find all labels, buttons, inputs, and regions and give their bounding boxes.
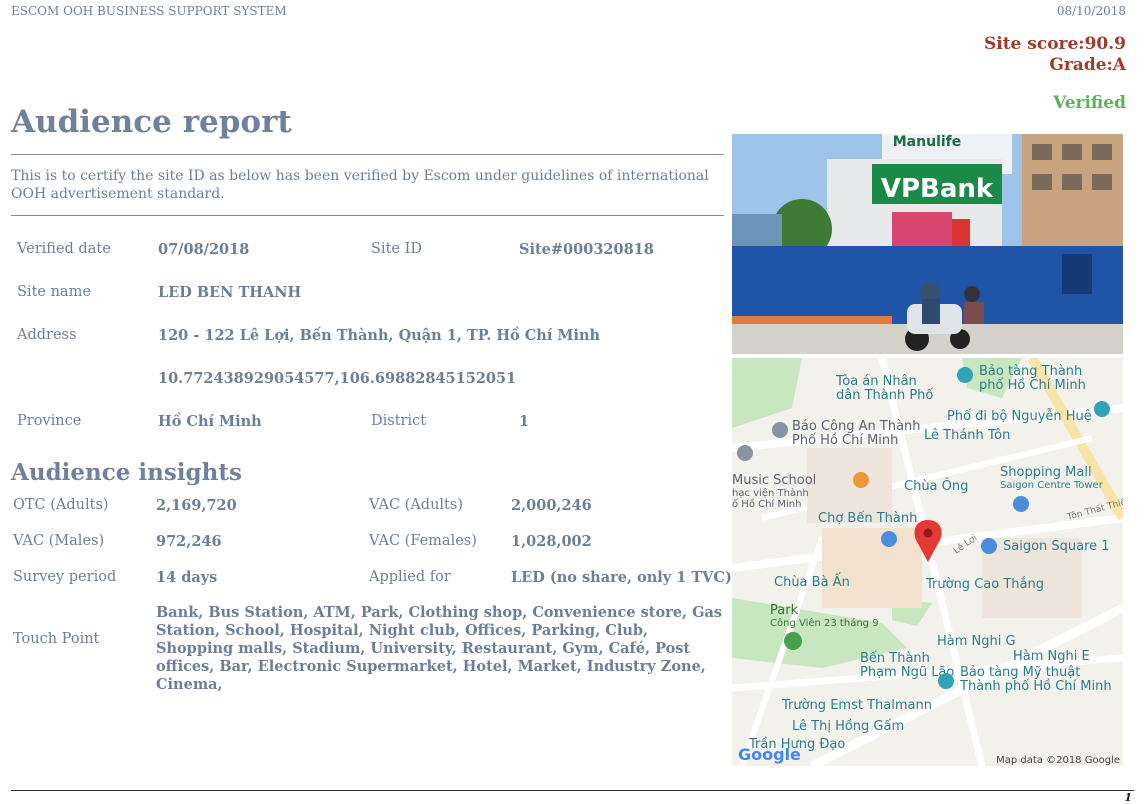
site-name-label: Site name (17, 284, 91, 300)
otc-adults-label: OTC (Adults) (13, 497, 109, 513)
applied-for-value: LED (no share, only 1 TVC) (511, 569, 732, 586)
map-label: Thành phố Hồ Chí Minh (959, 679, 1112, 694)
map-label: Công Viên 23 tháng 9 (770, 617, 879, 629)
site-id-label: Site ID (371, 241, 422, 257)
vac-females-label: VAC (Females) (369, 533, 477, 549)
map-label: Bảo tàng Thành (979, 364, 1082, 379)
page-number: 1 (1124, 791, 1132, 804)
google-logo: Google (738, 745, 801, 764)
coordinates-value: 10.772438929054577,106.69882845152051 (158, 370, 517, 387)
map-label: Tòa án Nhân (835, 374, 917, 389)
map-label: Hàm Nghi G (937, 634, 1016, 649)
verified-date-label: Verified date (17, 241, 111, 257)
map-label: Shopping Mall (1000, 465, 1092, 480)
touch-point-value: Bank, Bus Station, ATM, Park, Clothing s… (156, 604, 723, 693)
site-name-value: LED BEN THANH (158, 284, 302, 301)
site-score: Site score:90.9 (983, 34, 1126, 54)
audience-insights-heading: Audience insights (11, 459, 242, 486)
map-label: hạc viện Thành (732, 487, 809, 499)
survey-period-label: Survey period (13, 569, 117, 585)
vac-adults-label: VAC (Adults) (369, 497, 463, 513)
map-label: Lê Thánh Tôn (924, 428, 1010, 443)
map-label: Chùa Bà Ấn (774, 573, 850, 590)
site-score-block: Site score:90.9 Grade:A (984, 34, 1126, 76)
page-title: Audience report (11, 104, 292, 140)
map-label: Bảo tàng Mỹ thuật (960, 665, 1080, 680)
grade: Grade:A (1049, 55, 1126, 75)
map-label: Chợ Bến Thành (818, 511, 917, 526)
map-label: ố Hồ Chí Minh (732, 498, 801, 510)
map-label: Báo Công An Thành (792, 419, 921, 434)
vac-males-value: 972,246 (156, 533, 222, 550)
map-label: Hàm Nghi E (1013, 649, 1090, 664)
site-photo: VPBank Manulife (732, 134, 1123, 354)
certification-divider (11, 215, 724, 216)
map-canvas[interactable]: Bảo tàng Thành phố Hồ Chí Minh Tòa án Nh… (732, 358, 1123, 766)
province-value: Hồ Chí Minh (158, 413, 262, 430)
applied-for-label: Applied for (369, 569, 451, 585)
district-value: 1 (519, 413, 530, 430)
map-label: Phố đi bộ Nguyễn Huệ (947, 409, 1092, 424)
address-label: Address (17, 327, 77, 343)
top-sign: Manulife (893, 134, 962, 150)
otc-adults-value: 2,169,720 (156, 497, 237, 514)
survey-period-value: 14 days (156, 569, 218, 586)
map-label: Chùa Ông (904, 478, 968, 494)
map-label: phố Hồ Chí Minh (979, 378, 1086, 393)
map-label: Lê Thị Hồng Gấm (792, 719, 904, 734)
map-label: Trường Cao Thắng (925, 577, 1044, 592)
vac-males-label: VAC (Males) (13, 533, 105, 549)
vac-females-value: 1,028,002 (511, 533, 592, 550)
certification-text: This is to certify the site ID as below … (11, 168, 709, 202)
top-bar: ESCOM OOH BUSINESS SUPPORT SYSTEM 08/10/… (11, 4, 1126, 18)
map-label: Saigon Square 1 (1003, 539, 1110, 554)
map-label: Saigon Centre Tower (1000, 480, 1104, 491)
verified-status: Verified (1053, 93, 1126, 113)
system-name: ESCOM OOH BUSINESS SUPPORT SYSTEM (11, 4, 287, 18)
vac-adults-value: 2,000,246 (511, 497, 592, 514)
address-value: 120 - 122 Lê Lợi, Bến Thành, Quận 1, TP.… (158, 327, 601, 344)
map-label: dân Thành Phố (836, 388, 933, 403)
title-divider (11, 154, 724, 155)
province-label: Province (17, 413, 82, 429)
map-label: Trường Emst Thalmann (781, 698, 932, 713)
location-map[interactable]: Bảo tàng Thành phố Hồ Chí Minh Tòa án Nh… (732, 358, 1123, 766)
verified-date-value: 07/08/2018 (158, 241, 250, 258)
map-label: Music School (732, 473, 816, 488)
bank-sign: VPBank (881, 174, 994, 204)
district-label: District (371, 413, 427, 429)
map-label: Phố Hồ Chí Minh (792, 433, 898, 448)
map-label: Bến Thành (860, 651, 930, 666)
footer-divider (11, 790, 1134, 791)
touch-point-label: Touch Point (13, 631, 100, 647)
map-label: Park (770, 603, 799, 618)
site-photo-illustration: VPBank Manulife (732, 134, 1123, 354)
map-attribution: Map data ©2018 Google (996, 755, 1120, 766)
report-date: 08/10/2018 (1056, 4, 1126, 18)
site-id-value: Site#000320818 (519, 241, 654, 258)
